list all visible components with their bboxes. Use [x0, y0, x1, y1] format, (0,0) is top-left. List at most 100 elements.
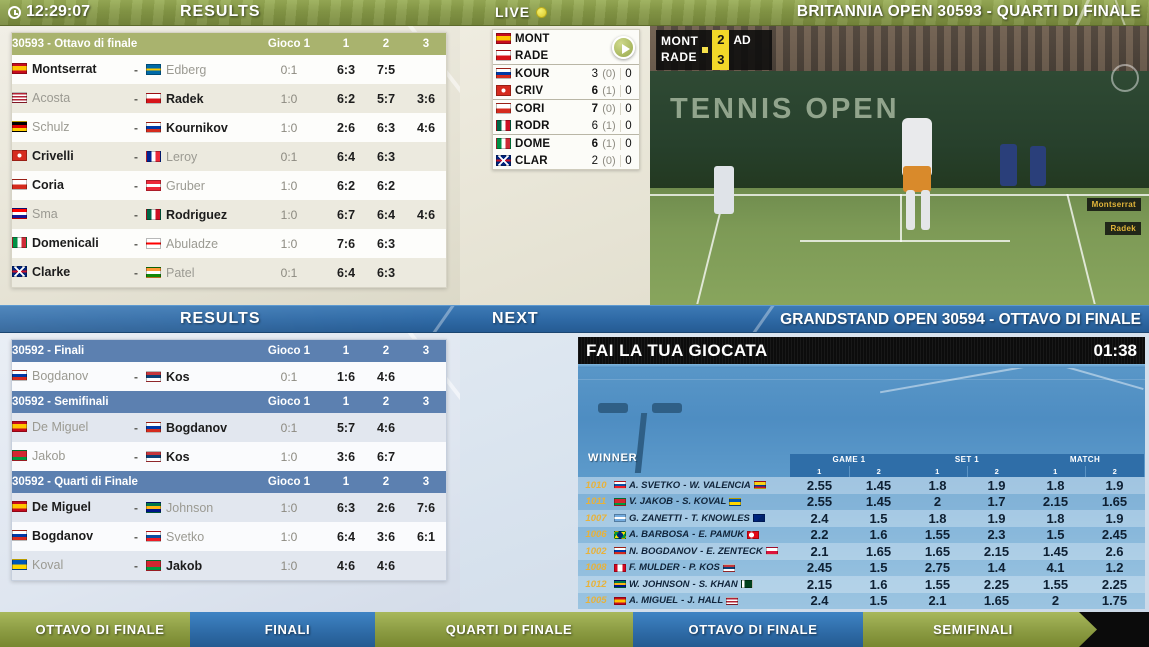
live-video-player[interactable]: TENNIS OPEN MONT RADE 2 3 AD Montserrat …: [650, 26, 1149, 305]
table-row[interactable]: Bogdanov - Svetko 1:0 6:4 3:6 6:1: [12, 522, 446, 551]
player-name: Bogdanov: [32, 368, 89, 383]
odds-set1: 1.8 1.9: [908, 511, 1026, 526]
live-featured-match[interactable]: MONT RADE: [493, 30, 639, 65]
player-name: Svetko: [166, 529, 205, 544]
odds-match-players: N. BOGDANOV - E. ZENTECK: [614, 546, 790, 557]
odds-row[interactable]: 1012 W. JOHNSON - S. KHAN 2.15 1.6 1.55 2.25 1…: [578, 576, 1145, 593]
mid-results-label: RESULTS: [180, 310, 261, 327]
live-match-row[interactable]: CORI 7 (0) 0 RODR 6 (1) 0: [493, 100, 639, 135]
odd-2: 2.25: [1101, 576, 1128, 592]
odds-row[interactable]: 1005 A. MIGUEL - J. HALL 2.4 1.5 2.1 1.65 2 1.7…: [578, 592, 1145, 609]
nav-tab-0[interactable]: OTTAVO DI FINALE: [0, 612, 214, 647]
col-set3: 3: [406, 471, 446, 493]
nav-tab-label: OTTAVO DI FINALE: [688, 622, 818, 637]
tiebreak: (1): [602, 84, 616, 97]
player-2-cell: - Bogdanov: [134, 413, 252, 442]
odd-1: 1.55: [924, 576, 951, 592]
odds-row[interactable]: 1007 G. ZANETTI - T. KNOWLES 2.4 1.5 1.8 1.9 1…: [578, 510, 1145, 527]
table-row[interactable]: De Miguel - Bogdanov 0:1 5:7 4:6: [12, 413, 446, 442]
flag-icon: [146, 209, 161, 220]
flag-icon: [146, 180, 161, 191]
set-3-score: 4:6: [406, 113, 446, 142]
odd-2: 2.3: [987, 527, 1006, 543]
match-id: 1007: [585, 512, 607, 524]
table-row[interactable]: Jakob - Kos 1:0 3:6 6:7: [12, 442, 446, 471]
serve-indicator-icon: [702, 47, 709, 53]
odds-match-players: A. MIGUEL - J. HALL: [614, 595, 790, 606]
nav-tab-4[interactable]: SEMIFINALI: [863, 612, 1097, 647]
set-2-score: 4:6: [366, 551, 406, 580]
floodlight-icon: [652, 403, 682, 413]
odds-row[interactable]: 1002 N. BOGDANOV - E. ZENTECK 2.1 1.65 1.65 2…: [578, 543, 1145, 560]
live-match-player: DOME 6 (1) 0: [493, 135, 639, 152]
table-row[interactable]: Acosta - Radek 1:0 6:2 5:7 3:6: [12, 84, 446, 113]
mid-next-label: NEXT: [492, 310, 539, 327]
flag-icon: [496, 138, 511, 149]
flag-icon: [146, 267, 161, 278]
table-row[interactable]: Sma - Rodriguez 1:0 6:7 6:4 4:6: [12, 200, 446, 229]
odds-sub-col-2: 2: [966, 466, 1027, 477]
odds-player-1: A. SVETKO: [629, 479, 681, 491]
live-match-row[interactable]: DOME 6 (1) 0 CLAR 2 (0) 0: [493, 135, 639, 169]
nav-tab-1[interactable]: FINALI: [190, 612, 399, 647]
col-games: Gioco 1: [252, 391, 326, 413]
table-row[interactable]: De Miguel - Johnson 1:0 6:3 2:6 7:6: [12, 493, 446, 522]
table-row[interactable]: Clarke - Patel 0:1 6:4 6:3: [12, 258, 446, 287]
flag-icon: [614, 530, 626, 539]
odds-sub-col-2: 2: [848, 466, 909, 477]
player-2-cell: - Kos: [134, 362, 252, 391]
flag-icon: [496, 33, 511, 44]
table-row[interactable]: Coria - Gruber 1:0 6:2 6:2: [12, 171, 446, 200]
table-row[interactable]: Bogdanov - Kos 0:1 1:6 4:6: [12, 362, 446, 391]
live-match-row[interactable]: KOUR 3 (0) 0 CRIV 6 (1) 0: [493, 65, 639, 100]
odds-row[interactable]: 1010 A. SVETKO - W. VALENCIA 2.55 1.45 1.8 1.…: [578, 477, 1145, 494]
odds-player-2: T. KNOWLES: [690, 512, 750, 524]
table-row[interactable]: Crivelli - Leroy 0:1 6:4 6:3: [12, 142, 446, 171]
player-abbr: KOUR: [515, 67, 550, 80]
player-name: Johnson: [166, 500, 214, 515]
video-player-legs: [921, 190, 930, 230]
group-title: 30592 - Quarti di Finale: [12, 471, 252, 493]
player-name: Patel: [166, 265, 195, 280]
results-panel-top: 30593 - Ottavo di finale Gioco 1 1 2 3 Montse…: [0, 26, 460, 305]
results-table-top: 30593 - Ottavo di finale Gioco 1 1 2 3 Montse…: [12, 33, 446, 287]
flag-icon: [726, 596, 739, 605]
player-name: Koval: [32, 557, 64, 572]
odds-sub-game1: 1 2: [790, 466, 908, 477]
nav-tab-3[interactable]: OTTAVO DI FINALE: [633, 612, 887, 647]
odd-1: 1.45: [1042, 543, 1069, 559]
odds-row[interactable]: 1008 F. MULDER - P. KOS 2.45 1.5 2.75 1.4 4.1 1…: [578, 559, 1145, 576]
set-2-score: 6:3: [366, 258, 406, 287]
odd-2: 1.75: [1101, 593, 1128, 609]
player-1-cell: Bogdanov: [12, 522, 134, 551]
odd-2: 1.45: [865, 477, 892, 493]
flag-icon: [752, 514, 765, 523]
games-score: 1:0: [252, 522, 326, 551]
odds-group-set1: SET 1: [908, 454, 1026, 466]
col-set2: 2: [366, 471, 406, 493]
odds-set1: 1.55 2.25: [908, 577, 1026, 592]
player-1-cell: Coria: [12, 171, 134, 200]
flag-icon: [12, 370, 27, 382]
player-1-cell: Montserrat: [12, 55, 134, 84]
odd-2: 1.9: [1105, 477, 1124, 493]
live-match-player: CRIV 6 (1) 0: [493, 82, 639, 99]
nav-tab-2[interactable]: QUARTI DI FINALE: [375, 612, 657, 647]
odds-row[interactable]: 1006 A. BARBOSA - E. PAMUK 2.2 1.6 1.55 2.3 1.…: [578, 526, 1145, 543]
odd-1: 2.15: [806, 576, 833, 592]
odd-1: 2.55: [806, 477, 833, 493]
table-row[interactable]: Koval - Jakob 1:0 4:6 4:6: [12, 551, 446, 580]
odds-set1: 2 1.7: [908, 494, 1026, 509]
table-row[interactable]: Domenicali - Abuladze 1:0 7:6 6:3: [12, 229, 446, 258]
flag-icon: [496, 120, 511, 131]
set-3-score: [406, 55, 446, 84]
odds-match: 4.1 1.2: [1026, 560, 1144, 575]
table-row[interactable]: Montserrat - Edberg 0:1 6:3 7:5: [12, 55, 446, 84]
odds-row[interactable]: 1011 V. JAKOB - S. KOVAL 2.55 1.45 2 1.7 2.15 1…: [578, 493, 1145, 510]
player-abbr: DOME: [515, 137, 551, 150]
player-name: Schulz: [32, 119, 70, 134]
play-icon[interactable]: [612, 36, 635, 59]
table-row[interactable]: Schulz - Kournikov 1:0 2:6 6:3 4:6: [12, 113, 446, 142]
odd-1: 1.65: [924, 543, 951, 559]
header-live-indicator: LIVE: [495, 4, 548, 20]
